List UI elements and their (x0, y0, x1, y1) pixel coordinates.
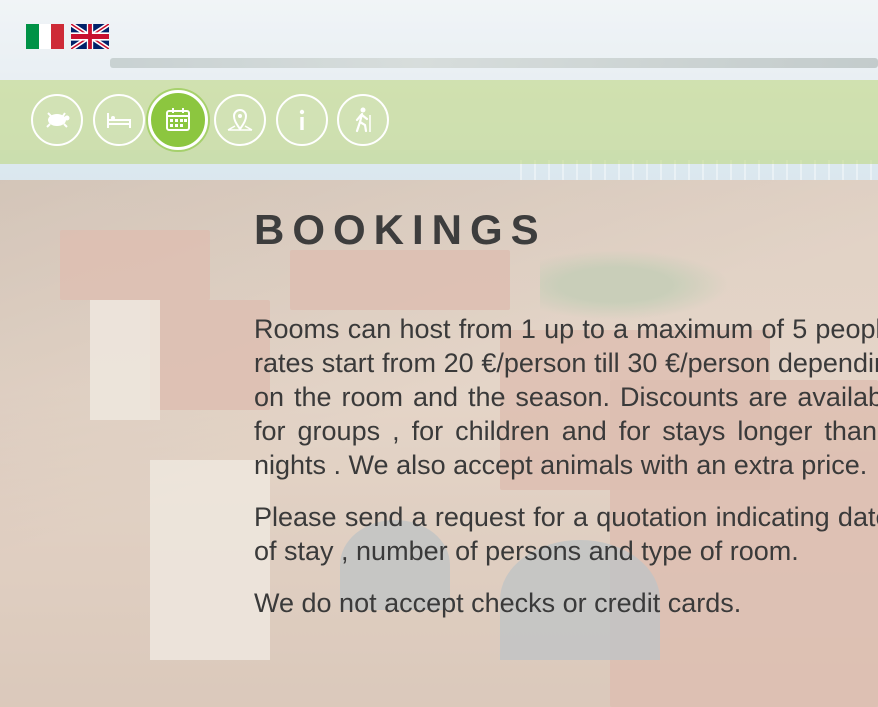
map-pin-icon[interactable] (214, 94, 266, 146)
italian-flag-icon[interactable] (26, 24, 65, 49)
info-icon[interactable] (276, 94, 328, 146)
paragraph-rates: Rooms can host from 1 up to a maximum of… (254, 314, 878, 480)
paragraph-payment: We do not accept checks or credit cards. (254, 588, 742, 618)
paragraph-quotation: Please send a request for a quotation in… (254, 502, 878, 566)
page-title: BOOKINGS (254, 206, 547, 253)
calendar-icon[interactable] (148, 90, 208, 150)
hiker-icon[interactable] (337, 94, 389, 146)
turtle-icon[interactable] (31, 94, 83, 146)
page-content: Rooms can host from 1 up to a maximum of… (254, 312, 878, 638)
bed-icon[interactable] (93, 94, 145, 146)
uk-flag-icon[interactable] (70, 21, 110, 52)
